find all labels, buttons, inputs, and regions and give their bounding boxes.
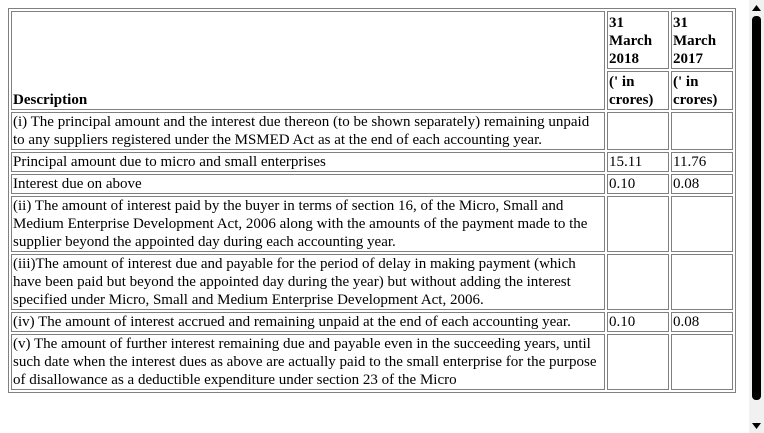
row-value-2018 xyxy=(607,334,669,390)
table-row: Principal amount due to micro and small … xyxy=(11,152,733,172)
row-description: (i) The principal amount and the interes… xyxy=(11,112,605,150)
row-value-2018: 15.11 xyxy=(607,152,669,172)
triangle-down-icon[interactable] xyxy=(749,418,764,433)
table-row: (v) The amount of further interest remai… xyxy=(11,334,733,390)
scrollbar-thumb[interactable] xyxy=(752,16,761,400)
row-value-2018: 0.10 xyxy=(607,312,669,332)
row-value-2017 xyxy=(671,112,733,150)
header-description: Description xyxy=(11,11,605,110)
vertical-scrollbar[interactable] xyxy=(749,0,764,433)
unit-2018: (' in crores) xyxy=(607,70,669,110)
header-year-2017: 31 March 2017 xyxy=(671,11,733,69)
table-header-row: Description 31 March 2018 31 March 2017 xyxy=(11,11,733,110)
row-description: (iv) The amount of interest accrued and … xyxy=(11,312,605,332)
row-value-2017 xyxy=(671,196,733,252)
table-row: (iv) The amount of interest accrued and … xyxy=(11,312,733,332)
row-value-2017: 11.76 xyxy=(671,152,733,172)
row-value-2017 xyxy=(671,334,733,390)
table-row: (iii)The amount of interest due and paya… xyxy=(11,254,733,310)
row-description: Interest due on above xyxy=(11,174,605,194)
document-viewport: Description 31 March 2018 31 March 2017 … xyxy=(0,0,749,433)
row-description: (ii) The amount of interest paid by the … xyxy=(11,196,605,252)
row-description: Principal amount due to micro and small … xyxy=(11,152,605,172)
row-value-2017: 0.08 xyxy=(671,312,733,332)
unit-2017: (' in crores) xyxy=(671,70,733,110)
row-value-2018 xyxy=(607,196,669,252)
row-value-2018 xyxy=(607,112,669,150)
triangle-up-icon[interactable] xyxy=(749,0,764,15)
header-year-2018: 31 March 2018 xyxy=(607,11,669,69)
row-value-2017 xyxy=(671,254,733,310)
row-value-2017: 0.08 xyxy=(671,174,733,194)
msmed-disclosure-table: Description 31 March 2018 31 March 2017 … xyxy=(8,8,736,393)
row-description: (v) The amount of further interest remai… xyxy=(11,334,605,390)
row-description: (iii)The amount of interest due and paya… xyxy=(11,254,605,310)
table-row: Interest due on above 0.10 0.08 xyxy=(11,174,733,194)
row-value-2018 xyxy=(607,254,669,310)
row-value-2018: 0.10 xyxy=(607,174,669,194)
table-row: (ii) The amount of interest paid by the … xyxy=(11,196,733,252)
table-row: (i) The principal amount and the interes… xyxy=(11,112,733,150)
